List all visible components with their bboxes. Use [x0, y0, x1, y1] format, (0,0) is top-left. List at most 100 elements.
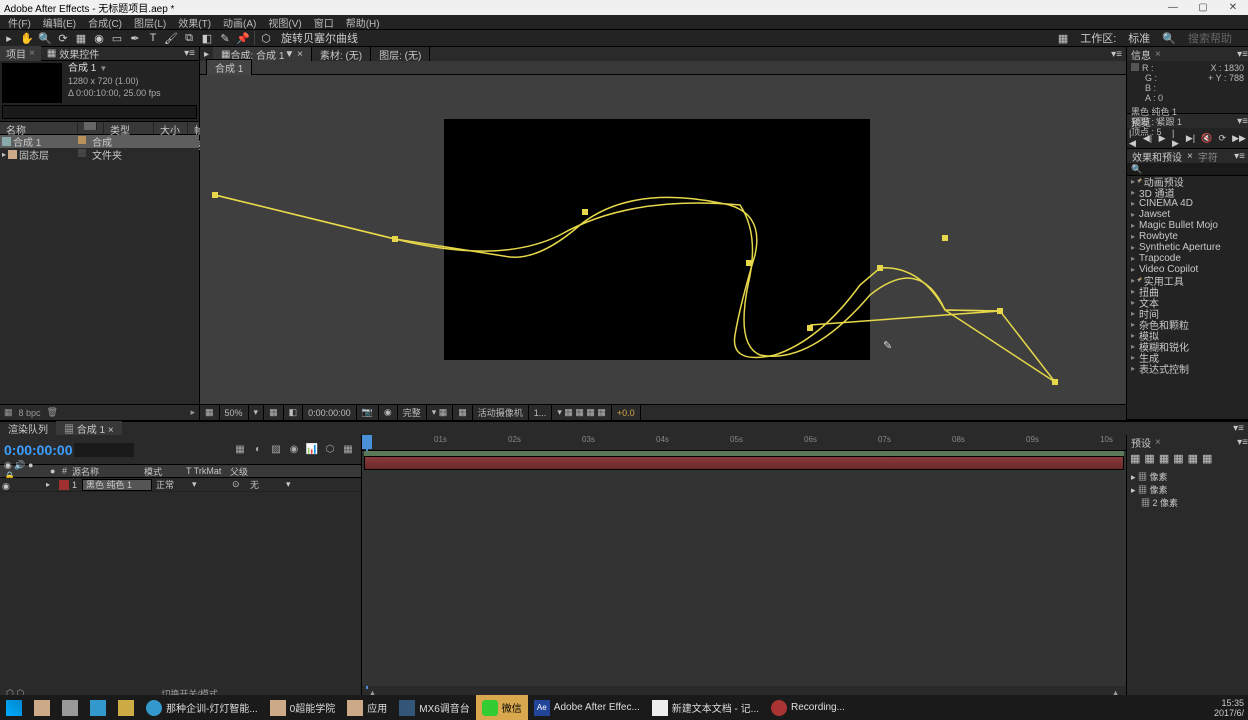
hand-tool-icon[interactable]: ✋	[18, 29, 36, 47]
menu-view[interactable]: 视图(V)	[262, 15, 307, 30]
flowchart-icon[interactable]: ▸	[190, 407, 195, 418]
expand-icon[interactable]: ▸	[2, 150, 6, 159]
visibility-icon[interactable]: ◉	[2, 481, 10, 489]
preset-item[interactable]: ▸ ▦ 像素	[1131, 483, 1244, 496]
effects-search[interactable]: 🔍	[1127, 163, 1248, 176]
text-tool-icon[interactable]: T	[144, 29, 162, 47]
taskbar-media[interactable]	[84, 695, 112, 720]
panel-menu-icon[interactable]: ▾≡	[1229, 423, 1248, 434]
fx-category[interactable]: Rowbyte	[1127, 231, 1248, 242]
preset-icon[interactable]: ▦	[1173, 452, 1183, 465]
blend-mode[interactable]: 正常	[152, 478, 192, 491]
interpret-icon[interactable]: ▦	[4, 407, 13, 418]
close-icon[interactable]: ×	[1155, 437, 1161, 448]
motion-blur-icon[interactable]: ◉	[287, 443, 301, 457]
comp-thumbnail[interactable]	[2, 63, 62, 103]
roi-icon[interactable]: ▾ ▦	[427, 405, 454, 420]
help-search[interactable]: 搜索帮助	[1182, 30, 1238, 46]
system-clock[interactable]: 15:35 2017/6/	[1214, 698, 1248, 718]
rotobezier-icon[interactable]: ⬡	[257, 29, 275, 47]
preset-item[interactable]: ▦ 2 像素	[1131, 496, 1244, 509]
rotate-tool-icon[interactable]: ⟳	[54, 29, 72, 47]
roto-tool-icon[interactable]: ✎	[216, 29, 234, 47]
mode-dropdown-icon[interactable]: ▾	[192, 479, 202, 490]
selection-tool-icon[interactable]: ▸	[0, 29, 18, 47]
effects-presets-tab[interactable]: 效果和预设	[1127, 149, 1187, 164]
layer-tab[interactable]: 图层: (无)	[371, 47, 430, 61]
project-row[interactable]: ▸固态层 文件夹	[0, 148, 199, 161]
minimize-icon[interactable]: —	[1158, 0, 1188, 15]
taskbar-calc[interactable]	[56, 695, 84, 720]
start-button[interactable]	[0, 695, 28, 720]
parent-dropdown-icon[interactable]: ▾	[286, 479, 296, 490]
menu-window[interactable]: 窗口	[308, 15, 340, 30]
taskbar-ie[interactable]: 那种企训-灯灯智能...	[140, 695, 264, 720]
character-tab[interactable]: 字符	[1193, 149, 1223, 164]
comp-viewer[interactable]: ✎	[200, 75, 1126, 404]
zoom-tool-icon[interactable]: 🔍	[36, 29, 54, 47]
preset-icon[interactable]: ▦	[1188, 452, 1198, 465]
brush-tool-icon[interactable]: 🖌	[162, 29, 180, 47]
pen-tool-icon[interactable]: ✒	[126, 29, 144, 47]
menu-edit[interactable]: 编辑(E)	[37, 15, 82, 30]
preset-icon[interactable]: ▦	[1159, 452, 1169, 465]
camera-tool-icon[interactable]: ▦	[72, 29, 90, 47]
menu-effect[interactable]: 效果(T)	[172, 15, 217, 30]
effect-controls-tab[interactable]: ▦ 效果控件	[41, 46, 105, 61]
bpc-toggle[interactable]: 8 bpc	[19, 408, 41, 418]
render-queue-tab[interactable]: 渲染队列	[0, 421, 56, 436]
taskbar-notepad[interactable]: 新建文本文档 - 记...	[646, 695, 765, 720]
fx-category[interactable]: Synthetic Aperture	[1127, 242, 1248, 253]
fx-category[interactable]: Trapcode	[1127, 253, 1248, 264]
panel-menu-icon[interactable]: ▾≡	[1237, 437, 1248, 448]
footage-tab[interactable]: 素材: (无)	[312, 47, 371, 61]
fx-category[interactable]: CINEMA 4D	[1127, 198, 1248, 209]
layer-name[interactable]: 黑色 纯色 1	[82, 479, 152, 491]
exposure[interactable]: +0.0	[612, 405, 641, 420]
panel-menu-icon[interactable]: ▾≡	[1107, 49, 1126, 60]
view-opts[interactable]: ▾ ▦ ▦ ▦ ▦	[552, 405, 612, 420]
eraser-tool-icon[interactable]: ◧	[198, 29, 216, 47]
label-swatch[interactable]	[78, 149, 86, 157]
fx-category[interactable]: 表达式控制	[1127, 363, 1248, 374]
workspace-value[interactable]: 标准	[1122, 30, 1156, 46]
zoom-value[interactable]: 50%	[220, 405, 249, 420]
preset-icon[interactable]: ▦	[1130, 452, 1140, 465]
stamp-tool-icon[interactable]: ⧉	[180, 29, 198, 47]
timeline-tracks[interactable]	[362, 451, 1126, 686]
timeline-layer-row[interactable]: ◉ ▸ 1 黑色 纯色 1 正常 ▾ ⊙ 无 ▾	[0, 478, 361, 492]
mask-icon[interactable]: ◧	[284, 405, 304, 420]
resolution[interactable]: 完整	[398, 405, 427, 420]
menu-layer[interactable]: 图层(L)	[128, 15, 172, 30]
bezier-path[interactable]: ✎	[200, 75, 1120, 404]
views-select[interactable]: 1...	[529, 405, 553, 420]
taskbar-ae[interactable]: AeAdobe After Effec...	[528, 695, 646, 720]
taskbar-folder[interactable]: 应用	[341, 695, 393, 720]
res-icon[interactable]: ▾	[249, 405, 265, 420]
camera-select[interactable]: 活动摄像机	[473, 405, 529, 420]
fx-category[interactable]: 3D 通道	[1127, 187, 1248, 198]
pickwhip-icon[interactable]: ⊙	[232, 479, 246, 490]
frame-blend-icon[interactable]: ▨	[269, 443, 283, 457]
panel-menu-icon[interactable]: ▾≡	[1237, 49, 1248, 60]
project-tab[interactable]: 项目 ×	[0, 46, 41, 61]
taskbar-wechat[interactable]: 微信	[476, 695, 528, 720]
puppet-tool-icon[interactable]: 📌	[234, 29, 252, 47]
comp-breadcrumb[interactable]: 合成 1	[206, 59, 252, 76]
snapshot-icon[interactable]: 📷	[357, 405, 379, 420]
expand-icon[interactable]: ▸	[46, 480, 56, 489]
parent-select[interactable]: 无	[246, 478, 286, 491]
comp-mini-icon[interactable]: ▦	[233, 443, 247, 457]
time-ruler[interactable]: 01s 02s 03s 04s 05s 06s 07s 08s 09s 10s	[362, 435, 1126, 451]
taskbar-recording[interactable]: Recording...	[765, 695, 851, 720]
label-swatch[interactable]	[78, 136, 86, 144]
dropdown-icon[interactable]: ▼	[99, 63, 107, 75]
brainstorm-icon[interactable]: ⬡	[323, 443, 337, 457]
panel-menu-icon[interactable]: ▾≡	[1231, 151, 1248, 162]
layer-label[interactable]	[59, 480, 69, 490]
transparency-icon[interactable]: ▦	[453, 405, 473, 420]
grid-icon[interactable]: ▦	[264, 405, 284, 420]
taskbar-explorer[interactable]	[28, 695, 56, 720]
project-search[interactable]	[2, 105, 197, 119]
menu-help[interactable]: 帮助(H)	[340, 15, 386, 30]
